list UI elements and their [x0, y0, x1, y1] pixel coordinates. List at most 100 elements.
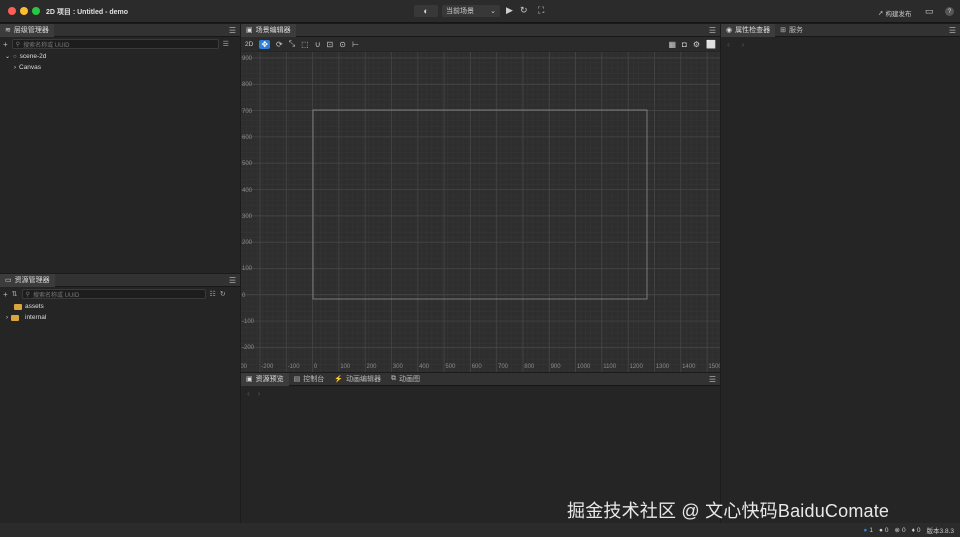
- image-icon: ▣: [246, 27, 253, 34]
- rect-tool-icon[interactable]: ⬚: [301, 40, 309, 49]
- x-tick-label: 1500: [708, 364, 720, 370]
- layers-icon: ≋: [5, 27, 11, 34]
- scene-grid: [241, 52, 720, 372]
- tree-node-scene[interactable]: ⌄ ○ scene-2d: [0, 51, 240, 62]
- scale-tool-icon[interactable]: ⤡: [289, 39, 295, 49]
- x-tick-label: -100: [287, 364, 300, 370]
- camera-icon[interactable]: ◘: [682, 40, 687, 49]
- y-tick-label: 300: [242, 213, 253, 220]
- panel-menu-icon[interactable]: ☰: [709, 26, 716, 35]
- maximize-window-button[interactable]: [32, 7, 40, 15]
- panel-menu-icon[interactable]: ☰: [709, 375, 716, 384]
- inspector-panel: ◉ 属性检查器 ⊞ 服务 ☰ ‹ ›: [721, 23, 960, 523]
- forward-icon[interactable]: ›: [258, 389, 261, 398]
- x-tick-label: 1400: [682, 364, 696, 370]
- asset-item-internal[interactable]: › internal: [0, 312, 240, 323]
- status-error-count: 0: [901, 526, 906, 534]
- move-tool-icon[interactable]: ✥: [259, 39, 271, 49]
- pivot-icon[interactable]: ⊡: [327, 40, 334, 49]
- refresh-button[interactable]: ↻: [520, 5, 528, 16]
- layout-button[interactable]: ⛶: [538, 5, 544, 16]
- x-tick-label: 700: [498, 364, 509, 370]
- tab-label: 动画图: [398, 376, 420, 383]
- x-tick-label: -300: [241, 364, 248, 370]
- status-warn-count: 0: [884, 526, 889, 534]
- panel-menu-icon[interactable]: ☰: [229, 26, 236, 35]
- tab-services[interactable]: ⊞ 服务: [775, 24, 808, 37]
- x-tick-label: 1000: [576, 364, 591, 370]
- back-icon[interactable]: ‹: [727, 40, 730, 49]
- tab-label: 控制台: [303, 376, 325, 383]
- tab-console[interactable]: ▤ 控制台: [289, 373, 330, 386]
- tab-animation-graph[interactable]: ⧉ 动画图: [386, 373, 425, 386]
- folder-icon[interactable]: ▭: [925, 6, 934, 17]
- status-info[interactable]: ● 1: [863, 527, 873, 534]
- back-icon[interactable]: ‹: [247, 389, 250, 398]
- send-icon: ➚: [878, 10, 884, 17]
- y-tick-label: 200: [242, 240, 253, 247]
- scene-icon: ○: [13, 53, 17, 60]
- list-view-icon[interactable]: ☷: [210, 290, 216, 298]
- close-window-button[interactable]: [8, 7, 16, 15]
- collapse-all-icon[interactable]: ☰: [223, 40, 229, 48]
- grid-icon[interactable]: ▦: [668, 40, 676, 49]
- x-tick-label: 300: [392, 364, 403, 370]
- y-tick-label: 800: [242, 82, 253, 89]
- play-button[interactable]: ▶: [506, 5, 513, 16]
- add-node-button[interactable]: +: [3, 40, 8, 49]
- image-icon: ▣: [246, 376, 253, 383]
- refresh-icon[interactable]: ↻: [220, 290, 226, 298]
- hierarchy-panel: ≋ 层级管理器 ☰ + ⚲ 搜索名称或 UUID ☰ ⌄ ○ scene-2d ›…: [0, 23, 240, 273]
- hierarchy-search-placeholder: 搜索名称或 UUID: [23, 42, 70, 49]
- folder-icon: [11, 314, 19, 321]
- scene-viewport[interactable]: 9008007006005004003002001000-100-200 -30…: [241, 52, 720, 372]
- status-notice[interactable]: ♦ 0: [912, 527, 921, 534]
- scene-header: ▣ 场景编辑器 ☰ 2D ✥ ⟳ ⤡ ⬚ ∪ ⊡ ⊙ ⊢ ▦ ◘ ⚙ ⬜: [241, 23, 720, 52]
- mode-2d-toggle[interactable]: 2D: [245, 41, 253, 48]
- asset-item-assets[interactable]: assets: [0, 301, 240, 312]
- local-icon[interactable]: ⊙: [339, 40, 346, 49]
- services-tab-label: 服务: [788, 27, 803, 34]
- graph-icon: ⧉: [390, 375, 396, 382]
- add-asset-button[interactable]: +: [3, 290, 8, 299]
- y-tick-label: 900: [242, 56, 253, 62]
- forward-icon[interactable]: ›: [742, 40, 745, 49]
- tab-hierarchy[interactable]: ≋ 层级管理器: [0, 23, 54, 37]
- x-tick-label: -200: [261, 364, 274, 370]
- snap-icon[interactable]: ⊢: [352, 40, 359, 49]
- help-button[interactable]: ?: [945, 7, 954, 16]
- tab-asset-preview[interactable]: ▣ 资源预览: [241, 372, 289, 386]
- tree-node-canvas[interactable]: › Canvas: [0, 62, 240, 73]
- gear-icon[interactable]: ⚙: [693, 40, 700, 49]
- x-tick-label: 1200: [629, 364, 643, 370]
- window-title: 2D 项目 : Untitled - demo: [46, 9, 129, 16]
- build-button[interactable]: ➚ 构建发布: [878, 8, 911, 18]
- device-select[interactable]: ◐: [414, 5, 438, 17]
- sort-icon[interactable]: ⇅: [12, 290, 18, 298]
- animation-icon: ⚡: [334, 376, 343, 383]
- tab-scene[interactable]: ▣ 场景编辑器: [241, 23, 296, 37]
- rotate-tool-icon[interactable]: ⟳: [276, 40, 283, 49]
- x-tick-label: 1100: [603, 364, 617, 370]
- status-warn[interactable]: ● 0: [879, 527, 889, 534]
- scene-select[interactable]: 当前场景 ⌄: [442, 5, 500, 17]
- x-tick-label: 400: [419, 364, 430, 370]
- fullscreen-icon[interactable]: ⬜: [706, 40, 716, 49]
- folder-icon: [14, 303, 22, 310]
- x-tick-label: 200: [366, 364, 377, 370]
- tab-animation-editor[interactable]: ⚡ 动画编辑器: [329, 373, 386, 386]
- tab-inspector[interactable]: ◉ 属性检查器: [721, 23, 776, 37]
- tab-assets[interactable]: ▭ 资源管理器: [0, 273, 55, 287]
- chevron-down-icon: ⌄: [490, 8, 496, 15]
- status-error[interactable]: ⊗ 0: [895, 526, 906, 535]
- transform-tool-icon[interactable]: ∪: [315, 40, 321, 49]
- assets-search-input[interactable]: ⚲ 搜索名称或 UUID: [21, 289, 206, 299]
- minimize-window-button[interactable]: [20, 7, 28, 15]
- x-tick-label: 0: [313, 364, 318, 370]
- hierarchy-search-input[interactable]: ⚲ 搜索名称或 UUID: [11, 39, 219, 49]
- build-label: 构建发布: [885, 11, 912, 18]
- panel-menu-icon[interactable]: ☰: [949, 26, 956, 35]
- panel-menu-icon[interactable]: ☰: [229, 276, 236, 285]
- version-label: 版本3.8.3: [926, 528, 954, 535]
- chevron-right-icon: ›: [6, 314, 8, 321]
